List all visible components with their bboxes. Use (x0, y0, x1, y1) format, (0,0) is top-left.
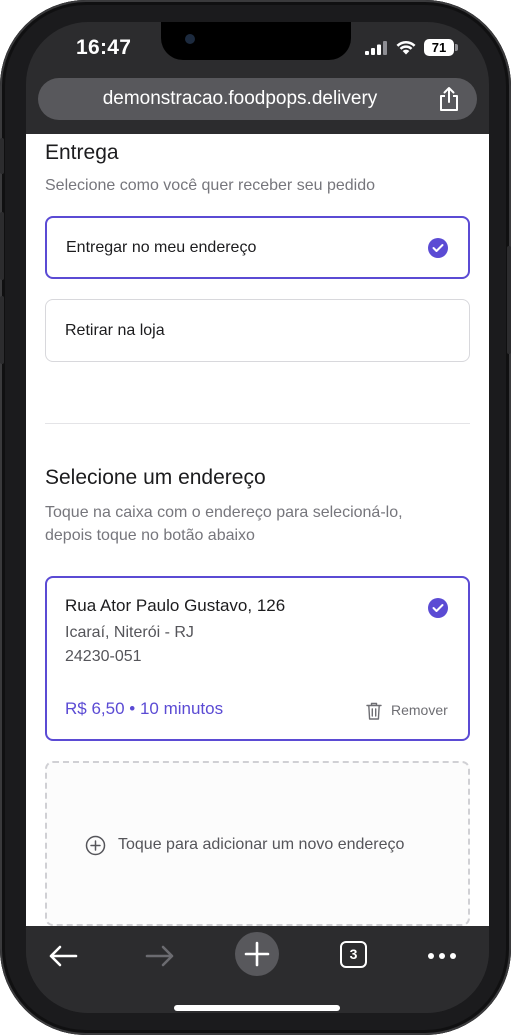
battery-icon: 71 (424, 39, 458, 56)
delivery-option-label: Entregar no meu endereço (66, 239, 257, 256)
address-street: Rua Ator Paulo Gustavo, 126 (65, 596, 286, 615)
delivery-fee-time: R$ 6,50 • 10 minutos (65, 699, 224, 718)
delivery-option-home[interactable]: Entregar no meu endereço (45, 216, 470, 279)
add-address-label: Toque para adicionar um novo endereço (118, 836, 405, 853)
camera-icon (185, 34, 195, 44)
delivery-subtitle: Selecione como você quer receber seu ped… (45, 177, 375, 194)
delivery-title: Entrega (45, 141, 119, 164)
address-section-title: Selecione um endereço (45, 466, 266, 489)
battery-level: 71 (424, 39, 454, 56)
address-section-subtitle-2: depois toque no botão abaixo (45, 527, 255, 544)
status-bar: 16:47 71 (26, 22, 489, 76)
browser-toolbar: 3 (26, 926, 489, 1013)
cellular-signal-icon (365, 41, 387, 55)
trash-icon (366, 702, 382, 720)
remove-label: Remover (391, 702, 448, 718)
plus-circle-icon (85, 835, 106, 856)
back-arrow-icon[interactable] (41, 934, 85, 978)
url-text[interactable]: demonstracao.foodpops.delivery (38, 78, 422, 120)
delivery-option-pickup[interactable]: Retirar na loja (45, 299, 470, 362)
screen: 16:47 71 demonstracao.foodpops.delivery (26, 22, 489, 1013)
home-indicator[interactable] (174, 1005, 340, 1011)
forward-arrow-icon[interactable] (138, 934, 182, 978)
page-content: Entrega Selecione como você quer receber… (26, 134, 489, 926)
tabs-icon[interactable]: 3 (340, 941, 367, 968)
volume-down-button (0, 296, 4, 364)
action-button (0, 138, 4, 174)
new-tab-button[interactable] (235, 932, 279, 976)
add-address-button[interactable]: Toque para adicionar um novo endereço (45, 761, 470, 926)
battery-tip (455, 44, 458, 51)
more-icon[interactable] (420, 934, 464, 978)
share-icon[interactable] (436, 86, 462, 112)
section-divider (45, 423, 470, 424)
delivery-option-label: Retirar na loja (65, 322, 165, 339)
address-neighborhood: Icaraí, Niterói - RJ (65, 624, 194, 641)
wifi-icon (396, 40, 416, 55)
address-zip: 24230-051 (65, 648, 142, 665)
check-circle-icon (428, 238, 448, 258)
new-tab-plus-icon (244, 941, 270, 967)
volume-up-button (0, 212, 4, 280)
status-time: 16:47 (76, 36, 132, 59)
power-button (507, 246, 511, 354)
address-bar[interactable]: demonstracao.foodpops.delivery (38, 78, 477, 120)
address-card[interactable]: Rua Ator Paulo Gustavo, 126 Icaraí, Nite… (45, 576, 470, 741)
check-circle-icon (428, 598, 448, 618)
address-section-subtitle-1: Toque na caixa com o endereço para selec… (45, 504, 403, 521)
dynamic-island (161, 22, 351, 60)
